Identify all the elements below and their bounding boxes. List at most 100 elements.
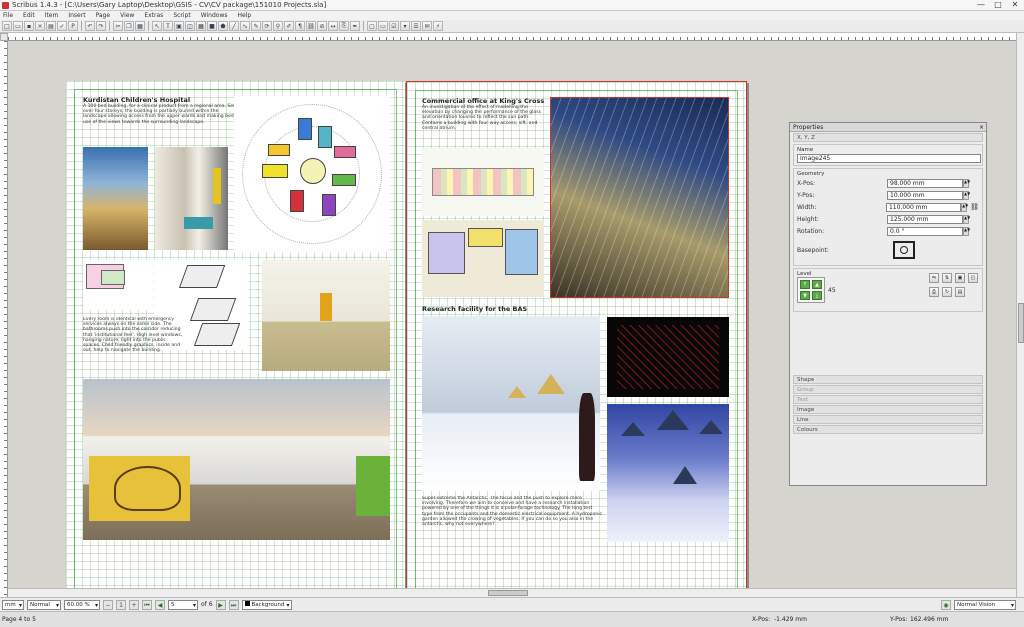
menu-page[interactable]: Page — [96, 12, 111, 19]
minimize-button[interactable]: — — [976, 0, 986, 9]
menu-file[interactable]: File — [3, 12, 13, 19]
text-frame-icon[interactable]: T — [163, 21, 173, 31]
close-button[interactable]: ✕ — [1010, 0, 1020, 9]
new-document-icon[interactable]: □ — [2, 21, 12, 31]
basepoint-selector-icon[interactable] — [893, 241, 915, 259]
page-left[interactable]: Kurdistan Children's Hospital A 100 bed … — [66, 81, 405, 597]
raise-to-top-icon[interactable]: ⤒ — [800, 280, 810, 289]
pdf-button-icon[interactable]: ▢ — [367, 21, 377, 31]
height-spinner[interactable]: ▲▼ — [963, 214, 970, 224]
preflight-icon[interactable]: ✓ — [57, 21, 67, 31]
redo-icon[interactable]: ↷ — [96, 21, 106, 31]
zoom-out-icon[interactable]: − — [103, 599, 113, 610]
menu-item[interactable]: Item — [45, 12, 59, 19]
xpos-spinner[interactable]: ▲▼ — [963, 178, 970, 188]
link-frames-icon[interactable]: ⛓ — [306, 21, 316, 31]
vertical-scrollbar[interactable] — [1016, 33, 1024, 597]
vision-select[interactable]: Normal Vision — [954, 599, 1016, 610]
width-spinner[interactable]: ▲▼ — [961, 202, 968, 212]
raise-icon[interactable]: ▲ — [812, 280, 822, 289]
width-field[interactable]: 110.000 mm — [885, 202, 962, 212]
close-icon[interactable]: × — [979, 123, 984, 132]
line-section[interactable]: Line — [793, 415, 983, 424]
research-text-frame[interactable]: Super-extreme the Antarctic. The focus a… — [422, 496, 602, 544]
snow-pyramids-render[interactable] — [607, 404, 729, 542]
menu-edit[interactable]: Edit — [23, 12, 35, 19]
shape-icon[interactable]: ■ — [207, 21, 217, 31]
link-size-icon[interactable]: ⛓ — [970, 203, 979, 211]
page-right[interactable]: Commercial office at King's Cross An inv… — [406, 81, 747, 597]
night-section-drawing[interactable] — [607, 317, 729, 397]
line-icon[interactable]: ╱ — [229, 21, 239, 31]
office-site-plan[interactable] — [422, 148, 544, 216]
table-icon[interactable]: ▦ — [196, 21, 206, 31]
lower-icon[interactable]: ▼ — [800, 291, 810, 300]
xpos-field[interactable]: 98.000 mm — [887, 178, 963, 188]
room-plan-drawing[interactable] — [83, 260, 153, 310]
name-field[interactable]: Image245 — [797, 154, 981, 163]
preview-mode-select[interactable]: Normal — [27, 599, 61, 610]
rotation-spinner[interactable]: ▲▼ — [963, 226, 970, 236]
hospital-courtyard-photo[interactable] — [83, 379, 390, 540]
menu-extras[interactable]: Extras — [144, 12, 163, 19]
hospital-exterior-photo[interactable] — [83, 147, 148, 250]
flip-vertical-icon[interactable]: ⇅ — [942, 273, 952, 283]
zoom-select[interactable]: 60.00 % — [64, 599, 100, 610]
maximize-button[interactable]: □ — [993, 0, 1003, 9]
zoom-in-icon[interactable]: + — [129, 599, 139, 610]
office-text-frame[interactable]: Commercial office at King's Cross An inv… — [422, 97, 547, 145]
scrollbar-thumb[interactable] — [488, 590, 528, 596]
lock-size-icon[interactable]: ◰ — [968, 273, 978, 283]
shape-section[interactable]: Shape — [793, 375, 983, 384]
research-title-frame[interactable]: Research facility for the BAS — [422, 305, 602, 315]
unit-select[interactable]: mm — [2, 599, 24, 610]
copy-properties-icon[interactable]: ⎘ — [339, 21, 349, 31]
text-section[interactable]: Text — [793, 395, 983, 404]
scrollbar-thumb[interactable] — [1018, 303, 1024, 343]
height-field[interactable]: 125.000 mm — [887, 214, 963, 224]
layer-select[interactable]: Background — [241, 599, 292, 610]
eyedropper-icon[interactable]: ✒ — [350, 21, 360, 31]
menu-help[interactable]: Help — [238, 12, 252, 19]
rotate-icon[interactable]: ⟳ — [262, 21, 272, 31]
close-document-icon[interactable]: × — [35, 21, 45, 31]
office-floor-plan[interactable] — [422, 220, 544, 297]
rotation-field[interactable]: 0.0 ° — [887, 226, 963, 236]
measure-icon[interactable]: ↔ — [328, 21, 338, 31]
colours-section[interactable]: Colours — [793, 425, 983, 434]
freehand-icon[interactable]: ✎ — [251, 21, 261, 31]
render-frame-icon[interactable]: ◫ — [185, 21, 195, 31]
ruler-corner[interactable] — [0, 33, 8, 41]
unlink-frames-icon[interactable]: ⊘ — [317, 21, 327, 31]
first-page-icon[interactable]: ⏮ — [142, 599, 152, 610]
pdf-textfield-icon[interactable]: ▭ — [378, 21, 388, 31]
edit-text-icon[interactable]: ¶ — [295, 21, 305, 31]
export-pdf-icon[interactable]: P — [68, 21, 78, 31]
paste-icon[interactable]: ▦ — [135, 21, 145, 31]
group-section[interactable]: Group — [793, 385, 983, 394]
menu-insert[interactable]: Insert — [68, 12, 85, 19]
antarctic-base-photo[interactable] — [422, 316, 600, 491]
printing-enabled-icon[interactable]: ⎙ — [929, 287, 939, 297]
zoom-icon[interactable]: ⚲ — [273, 21, 283, 31]
page-number-select[interactable]: 5 — [168, 599, 198, 610]
menu-windows[interactable]: Windows — [201, 12, 228, 19]
pdf-listbox-icon[interactable]: ☰ — [411, 21, 421, 31]
image-scale-icon[interactable]: ▤ — [955, 287, 965, 297]
properties-title[interactable]: Properties × — [790, 123, 986, 132]
text-flow-icon[interactable]: ↻ — [942, 287, 952, 297]
office-tower-photo-selected[interactable] — [550, 97, 729, 298]
hospital-interior-photo[interactable] — [155, 147, 228, 250]
pdf-combobox-icon[interactable]: ▾ — [400, 21, 410, 31]
previous-page-icon[interactable]: ◀ — [155, 599, 165, 610]
lock-icon[interactable]: ▣ — [955, 273, 965, 283]
horizontal-ruler[interactable] — [8, 33, 1016, 41]
pdf-link-icon[interactable]: ⚡ — [433, 21, 443, 31]
cut-icon[interactable]: ✂ — [113, 21, 123, 31]
hospital-caption-frame[interactable]: Every room is identical with emergency s… — [83, 317, 183, 377]
last-page-icon[interactable]: ⏭ — [228, 599, 239, 610]
ypos-field[interactable]: 10.000 mm — [887, 190, 963, 200]
pdf-annotation-icon[interactable]: ✉ — [422, 21, 432, 31]
xyz-section[interactable]: X, Y, Z — [793, 133, 983, 142]
lower-to-bottom-icon[interactable]: ⤓ — [812, 291, 822, 300]
